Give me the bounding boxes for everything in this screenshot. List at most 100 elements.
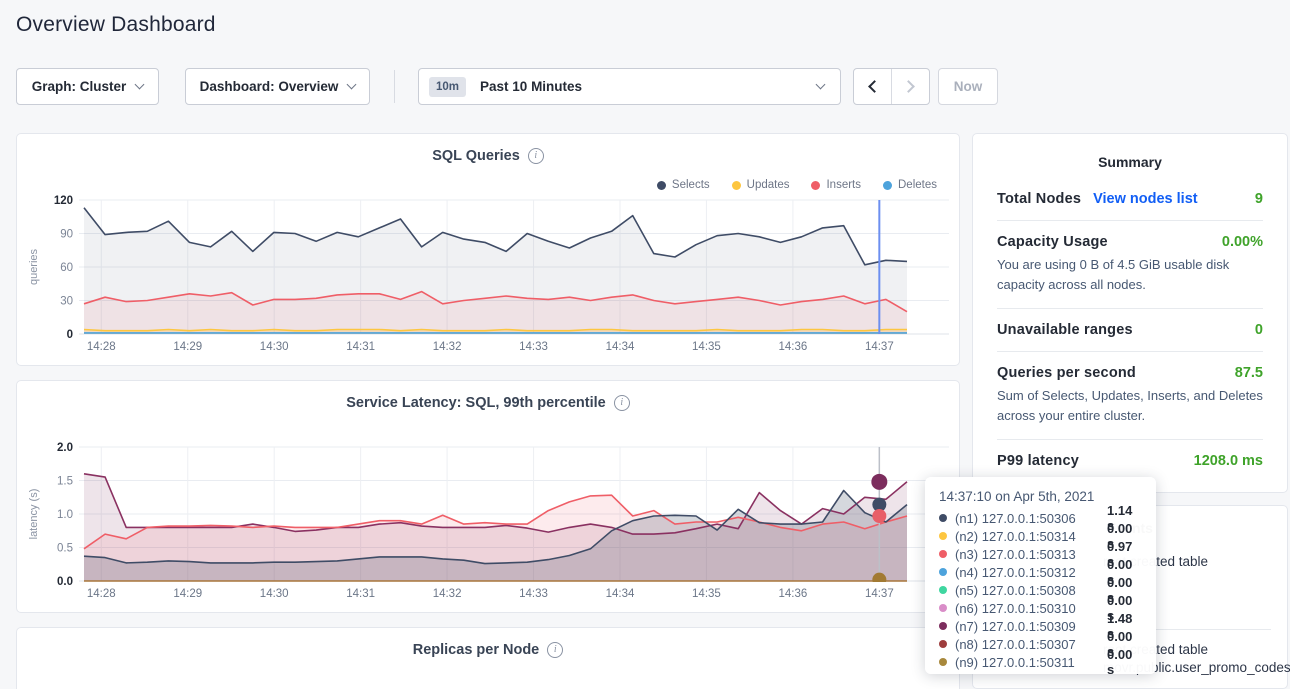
chevron-down-icon bbox=[135, 80, 145, 90]
sql-queries-panel: SQL Queries i SelectsUpdatesInsertsDelet… bbox=[16, 133, 960, 366]
svg-text:14:28: 14:28 bbox=[87, 341, 116, 353]
sql-queries-chart[interactable]: 0 30 60 90 120 14:28 14:29 14:30 14:31 14:32 14:33… bbox=[17, 134, 961, 367]
summary-row: P99 latency 1208.0 ms bbox=[997, 440, 1263, 482]
tooltip-node-label: (n3) 127.0.0.1:50313 bbox=[955, 547, 1107, 562]
tooltip-node-value: 0.00 s bbox=[1107, 647, 1142, 677]
now-button-label: Now bbox=[954, 79, 983, 94]
svg-text:14:37: 14:37 bbox=[865, 588, 894, 600]
svg-text:14:33: 14:33 bbox=[519, 588, 548, 600]
overview-dashboard-page: Overview Dashboard Graph: Cluster Dashbo… bbox=[0, 0, 1290, 689]
summary-value: 9 bbox=[1255, 191, 1263, 207]
svg-text:0.5: 0.5 bbox=[57, 543, 73, 555]
svg-text:14:29: 14:29 bbox=[173, 588, 202, 600]
svg-text:14:30: 14:30 bbox=[260, 588, 289, 600]
time-prev-button[interactable] bbox=[854, 69, 892, 104]
time-range-dropdown[interactable]: 10m Past 10 Minutes bbox=[418, 68, 841, 105]
chevron-right-icon bbox=[902, 80, 915, 93]
svg-text:60: 60 bbox=[60, 262, 73, 274]
svg-text:14:35: 14:35 bbox=[692, 588, 721, 600]
summary-description: You are using 0 B of 4.5 GiB usable disk… bbox=[997, 255, 1263, 295]
summary-label: Queries per second bbox=[997, 365, 1136, 381]
node-color-dot-icon bbox=[939, 586, 947, 594]
summary-value: 1208.0 ms bbox=[1194, 453, 1263, 469]
svg-text:queries: queries bbox=[28, 248, 40, 285]
node-color-dot-icon bbox=[939, 640, 947, 648]
chart-title: Replicas per Node bbox=[413, 642, 540, 658]
info-icon[interactable]: i bbox=[547, 642, 563, 658]
svg-text:14:34: 14:34 bbox=[606, 588, 635, 600]
time-range-badge: 10m bbox=[429, 77, 466, 97]
tooltip-node-label: (n7) 127.0.0.1:50309 bbox=[955, 619, 1107, 634]
svg-text:14:34: 14:34 bbox=[606, 341, 635, 353]
svg-text:14:32: 14:32 bbox=[433, 341, 462, 353]
summary-label: P99 latency bbox=[997, 453, 1079, 469]
tooltip-rows: (n1) 127.0.0.1:503061.14 s(n2) 127.0.0.1… bbox=[939, 509, 1142, 671]
node-color-dot-icon bbox=[939, 568, 947, 576]
chart-tooltip: 14:37:10 on Apr 5th, 2021 (n1) 127.0.0.1… bbox=[925, 477, 1156, 674]
svg-text:120: 120 bbox=[54, 195, 73, 207]
svg-text:14:35: 14:35 bbox=[692, 341, 721, 353]
tooltip-node-label: (n1) 127.0.0.1:50306 bbox=[955, 511, 1107, 526]
summary-label: Unavailable ranges bbox=[997, 322, 1133, 338]
svg-text:14:31: 14:31 bbox=[346, 341, 375, 353]
dashboard-dropdown-label: Dashboard: Overview bbox=[200, 79, 339, 94]
svg-text:14:28: 14:28 bbox=[87, 588, 116, 600]
time-step-buttons bbox=[853, 68, 930, 105]
svg-text:0: 0 bbox=[67, 329, 73, 341]
summary-row: Queries per second 87.5 Sum of Selects, Up… bbox=[997, 352, 1263, 440]
node-color-dot-icon bbox=[939, 658, 947, 666]
tooltip-node-label: (n8) 127.0.0.1:50307 bbox=[955, 637, 1107, 652]
summary-row: Capacity Usage 0.00% You are using 0 B of … bbox=[997, 221, 1263, 309]
graph-dropdown[interactable]: Graph: Cluster bbox=[16, 68, 159, 105]
chevron-left-icon bbox=[868, 80, 881, 93]
tooltip-row: (n9) 127.0.0.1:503110.00 s bbox=[939, 653, 1142, 671]
svg-text:14:29: 14:29 bbox=[173, 341, 202, 353]
summary-value: 0 bbox=[1255, 322, 1263, 338]
summary-description: Sum of Selects, Updates, Inserts, and De… bbox=[997, 386, 1263, 426]
svg-text:14:36: 14:36 bbox=[778, 588, 807, 600]
summary-row: Total Nodes View nodes list 9 bbox=[997, 178, 1263, 221]
service-latency-chart[interactable]: 0.0 0.5 1.0 1.5 2.0 14:28 14:29 14:30 14:31 14:32… bbox=[17, 381, 961, 614]
replicas-per-node-panel: Replicas per Node i bbox=[16, 627, 960, 689]
summary-row: Unavailable ranges 0 bbox=[997, 309, 1263, 352]
page-title: Overview Dashboard bbox=[16, 13, 216, 37]
svg-text:30: 30 bbox=[60, 296, 73, 308]
svg-text:14:30: 14:30 bbox=[260, 341, 289, 353]
tooltip-node-label: (n9) 127.0.0.1:50311 bbox=[955, 655, 1107, 670]
time-next-button[interactable] bbox=[892, 69, 930, 104]
svg-text:14:37: 14:37 bbox=[865, 341, 894, 353]
now-button[interactable]: Now bbox=[938, 68, 998, 105]
view-nodes-list-link[interactable]: View nodes list bbox=[1093, 191, 1198, 207]
service-latency-panel: Service Latency: SQL, 99th percentile i … bbox=[16, 380, 960, 613]
node-color-dot-icon bbox=[939, 532, 947, 540]
summary-value: 0.00% bbox=[1222, 234, 1263, 250]
summary-value: 87.5 bbox=[1235, 365, 1263, 381]
svg-text:1.0: 1.0 bbox=[57, 509, 73, 521]
svg-text:14:33: 14:33 bbox=[519, 341, 548, 353]
summary-panel: Summary Total Nodes View nodes list 9 Capac… bbox=[972, 133, 1288, 493]
svg-text:1.5: 1.5 bbox=[57, 476, 73, 488]
svg-text:14:36: 14:36 bbox=[778, 341, 807, 353]
summary-title: Summary bbox=[973, 134, 1287, 178]
node-color-dot-icon bbox=[939, 604, 947, 612]
svg-text:latency (s): latency (s) bbox=[28, 489, 40, 540]
tooltip-node-label: (n2) 127.0.0.1:50314 bbox=[955, 529, 1107, 544]
node-color-dot-icon bbox=[939, 622, 947, 630]
tooltip-timestamp: 14:37:10 on Apr 5th, 2021 bbox=[939, 489, 1142, 504]
dashboard-dropdown[interactable]: Dashboard: Overview bbox=[185, 68, 370, 105]
tooltip-node-label: (n4) 127.0.0.1:50312 bbox=[955, 565, 1107, 580]
tooltip-node-label: (n6) 127.0.0.1:50310 bbox=[955, 601, 1107, 616]
svg-text:14:32: 14:32 bbox=[433, 588, 462, 600]
summary-rows: Total Nodes View nodes list 9 Capacity Usag… bbox=[973, 178, 1287, 482]
svg-text:2.0: 2.0 bbox=[57, 442, 73, 454]
chevron-down-icon bbox=[816, 80, 826, 90]
toolbar-divider bbox=[394, 70, 395, 103]
summary-label: Total Nodes bbox=[997, 191, 1081, 207]
node-color-dot-icon bbox=[939, 550, 947, 558]
tooltip-node-label: (n5) 127.0.0.1:50308 bbox=[955, 583, 1107, 598]
svg-text:14:31: 14:31 bbox=[346, 588, 375, 600]
graph-dropdown-label: Graph: Cluster bbox=[32, 79, 127, 94]
svg-text:90: 90 bbox=[60, 229, 73, 241]
svg-text:0.0: 0.0 bbox=[57, 576, 73, 588]
summary-label: Capacity Usage bbox=[997, 234, 1108, 250]
